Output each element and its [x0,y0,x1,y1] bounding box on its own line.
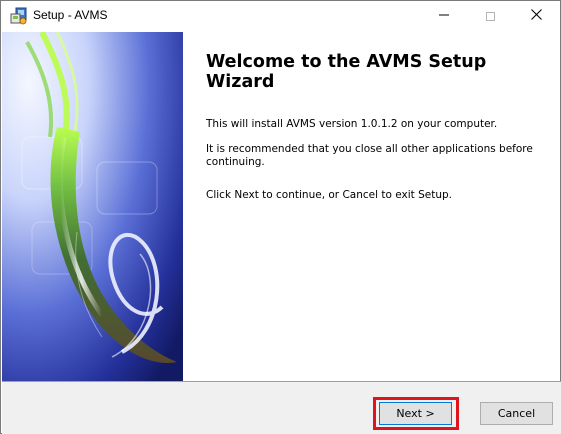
cancel-button[interactable]: Cancel [480,402,553,425]
button-bar: Next > Cancel [2,381,561,434]
close-button[interactable] [513,1,559,31]
next-button[interactable]: Next > [379,402,452,425]
minimize-button[interactable] [421,1,467,31]
setup-window: Setup - AVMS Welcome to the AVMS Setup W… [0,0,561,434]
close-icon [530,7,542,25]
maximize-icon [485,11,495,21]
maximize-button[interactable] [467,1,513,31]
wizard-banner-image [2,32,183,381]
minimize-icon [439,7,449,25]
install-info-text: This will install AVMS version 1.0.1.2 o… [206,118,498,130]
title-bar[interactable]: Setup - AVMS [1,1,560,31]
instruction-text: Click Next to continue, or Cancel to exi… [206,189,452,201]
recommendation-text: It is recommended that you close all oth… [206,143,533,168]
window-title: Setup - AVMS [33,8,108,22]
welcome-content: Welcome to the AVMS Setup Wizard This wi… [183,32,560,381]
page-title: Welcome to the AVMS Setup Wizard [206,52,487,92]
setup-installer-icon [10,7,28,25]
